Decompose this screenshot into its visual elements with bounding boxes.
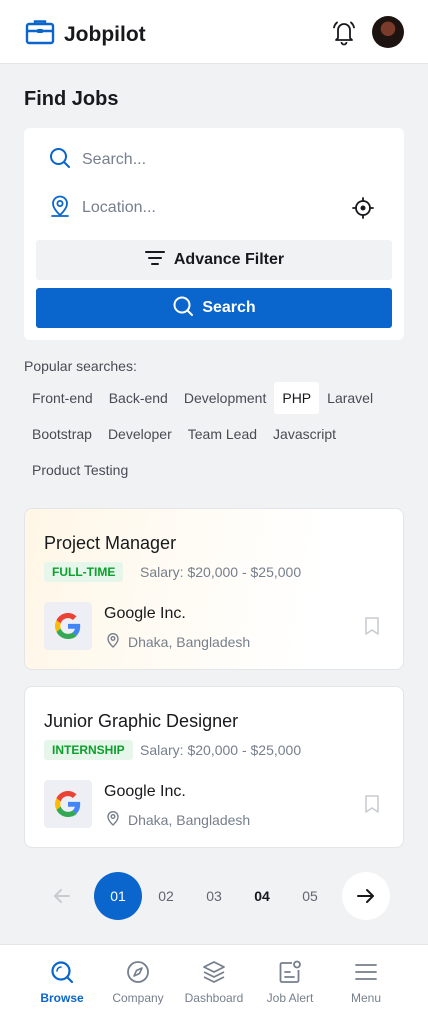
job-salary: Salary: $20,000 - $25,000 (140, 564, 302, 580)
browse-icon (51, 961, 74, 984)
popular-tag[interactable]: Bootstrap (24, 418, 100, 450)
nav-label: Dashboard (184, 991, 244, 1005)
popular-tag[interactable]: Back-end (101, 382, 176, 414)
map-pin-icon (48, 194, 72, 223)
app-header: Jobpilot (0, 0, 428, 64)
search-icon (48, 146, 72, 175)
advance-filter-button[interactable]: Advance Filter (36, 240, 392, 280)
company-location: Dhaka, Bangladesh (104, 631, 250, 652)
google-logo-icon (55, 613, 81, 639)
popular-tag[interactable]: Laravel (319, 382, 381, 414)
bottom-navigation: Browse Company Dashboard Job Alert Menu (0, 944, 428, 1022)
google-logo-icon (55, 791, 81, 817)
popular-tag-active[interactable]: PHP (274, 382, 320, 414)
logo[interactable]: Jobpilot (24, 16, 146, 53)
nav-label: Browse (40, 991, 84, 1005)
map-pin-icon (104, 809, 128, 830)
menu-icon (355, 964, 377, 980)
popular-tag[interactable]: Front-end (24, 382, 101, 414)
keyword-field (48, 144, 380, 176)
location-text: Dhaka, Bangladesh (128, 811, 251, 828)
popular-tag[interactable]: Team Lead (180, 418, 265, 450)
location-field (48, 192, 380, 224)
search-button[interactable]: Search (36, 288, 392, 328)
page-button-current[interactable]: 01 (94, 872, 142, 920)
pagination: 01 02 03 04 05 (0, 872, 428, 920)
next-page-button[interactable] (342, 872, 390, 920)
map-pin-icon (104, 631, 128, 652)
job-title[interactable]: Junior Graphic Designer (44, 711, 238, 732)
nav-item-menu[interactable]: Menu (328, 959, 404, 1005)
job-card[interactable]: Project Manager FULL-TIME Salary: $20,00… (24, 508, 404, 670)
popular-tag[interactable]: Developer (100, 418, 180, 450)
job-alert-icon (279, 960, 301, 983)
advance-filter-label: Advance Filter (173, 251, 285, 268)
bookmark-icon[interactable] (362, 794, 382, 814)
bookmark-icon[interactable] (362, 616, 382, 636)
nav-label: Menu (350, 991, 382, 1005)
location-text: Dhaka, Bangladesh (128, 633, 251, 650)
popular-tag[interactable]: Product Testing (24, 454, 136, 486)
company-location: Dhaka, Bangladesh (104, 809, 250, 830)
location-input[interactable] (82, 199, 332, 217)
arrow-right-icon (357, 889, 374, 903)
layers-icon (203, 961, 225, 983)
job-card[interactable]: Junior Graphic Designer INTERNSHIP Salar… (24, 686, 404, 848)
company-name: Google Inc. (104, 783, 186, 800)
page-button[interactable]: 03 (190, 872, 238, 920)
briefcase-icon (24, 16, 56, 53)
bell-icon[interactable] (330, 18, 358, 46)
nav-label: Company (112, 991, 164, 1005)
current-location-icon[interactable] (351, 196, 375, 220)
nav-item-company[interactable]: Company (100, 959, 176, 1005)
page-button[interactable]: 05 (286, 872, 334, 920)
search-icon (172, 295, 202, 322)
nav-item-dashboard[interactable]: Dashboard (176, 959, 252, 1005)
nav-label: Job Alert (266, 991, 314, 1005)
popular-tag[interactable]: Development (176, 382, 275, 414)
page-button[interactable]: 04 (238, 872, 286, 920)
company-name: Google Inc. (104, 605, 186, 622)
company-logo (44, 602, 92, 650)
job-salary: Salary: $20,000 - $25,000 (140, 742, 302, 758)
page-button[interactable]: 02 (142, 872, 190, 920)
avatar[interactable] (372, 16, 404, 48)
search-input[interactable] (82, 151, 332, 169)
search-button-label: Search (202, 299, 256, 316)
filter-icon (144, 247, 174, 274)
company-logo (44, 780, 92, 828)
compass-icon (127, 961, 149, 983)
job-type-badge: FULL-TIME (44, 562, 124, 582)
nav-item-browse[interactable]: Browse (24, 959, 100, 1005)
arrow-left-icon[interactable] (50, 884, 74, 908)
popular-searches-label: Popular searches: (24, 358, 137, 374)
nav-item-job-alert[interactable]: Job Alert (252, 959, 328, 1005)
app-name: Jobpilot (64, 22, 146, 46)
job-type-badge: INTERNSHIP (44, 740, 133, 760)
page-title: Find Jobs (24, 88, 119, 110)
job-title[interactable]: Project Manager (44, 533, 176, 554)
popular-tags: Front-end Back-end Development PHP Larav… (24, 382, 414, 486)
popular-tag[interactable]: Javascript (265, 418, 344, 450)
search-card: Advance Filter Search (24, 128, 404, 340)
